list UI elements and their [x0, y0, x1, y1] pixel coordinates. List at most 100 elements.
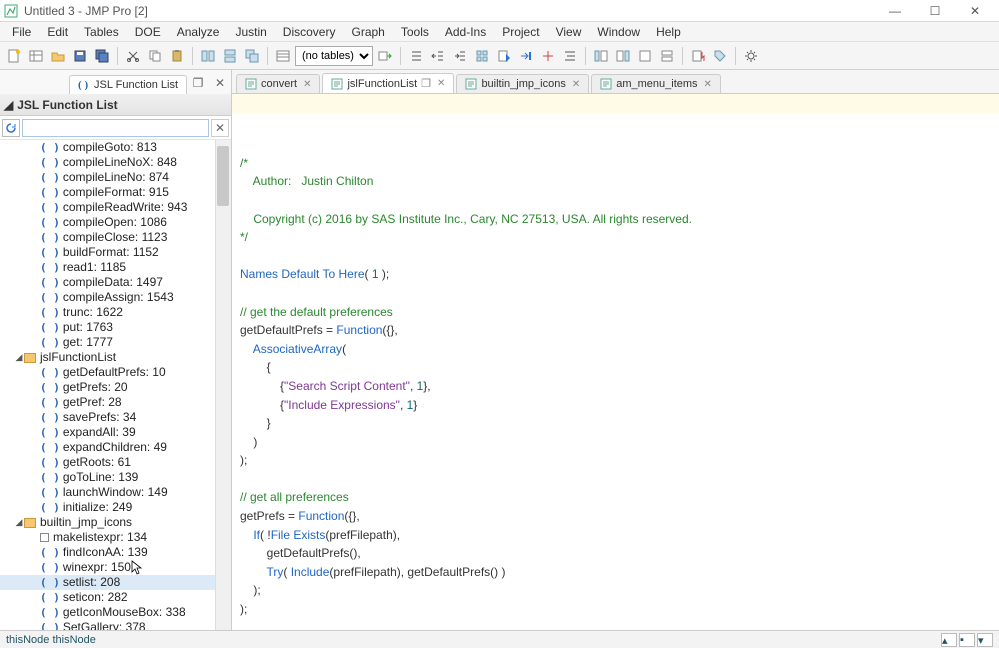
collapse-icon[interactable]: ◢	[14, 350, 24, 365]
tree-item-compileReadWrite[interactable]: ( )compileReadWrite: 943	[0, 200, 231, 215]
tree-item-compileOpen[interactable]: ( )compileOpen: 1086	[0, 215, 231, 230]
indent-icon[interactable]	[450, 46, 470, 66]
editor-tab-builtin_jmp_icons[interactable]: builtin_jmp_icons✕	[456, 74, 589, 93]
new-script-icon[interactable]	[4, 46, 24, 66]
no-split-icon[interactable]	[635, 46, 655, 66]
tree-item-compileLineNoX[interactable]: ( )compileLineNoX: 848	[0, 155, 231, 170]
tree-item-compileAssign[interactable]: ( )compileAssign: 1543	[0, 290, 231, 305]
format-icon[interactable]	[560, 46, 580, 66]
outdent-icon[interactable]	[428, 46, 448, 66]
tree-group-builtin_jmp_icons[interactable]: ◢builtin_jmp_icons	[0, 515, 231, 530]
menu-window[interactable]: Window	[589, 23, 648, 41]
cascade-icon[interactable]	[242, 46, 262, 66]
menu-analyze[interactable]: Analyze	[169, 23, 228, 41]
paste-icon[interactable]	[167, 46, 187, 66]
close-tab-icon[interactable]: ✕	[303, 79, 311, 90]
tree-item-compileFormat[interactable]: ( )compileFormat: 915	[0, 185, 231, 200]
editor-tab-convert[interactable]: convert✕	[236, 74, 320, 93]
copy-icon[interactable]	[145, 46, 165, 66]
menu-file[interactable]: File	[4, 23, 39, 41]
tree-item-compileGoto[interactable]: ( )compileGoto: 813	[0, 140, 231, 155]
collapse-icon[interactable]: ◢	[14, 515, 24, 530]
tree-group-jslFunctionList[interactable]: ◢jslFunctionList	[0, 350, 231, 365]
tree-item-compileData[interactable]: ( )compileData: 1497	[0, 275, 231, 290]
restore-panel-icon[interactable]: ❐	[189, 76, 207, 94]
tree-item-compileClose[interactable]: ( )compileClose: 1123	[0, 230, 231, 245]
tree-item-savePrefs[interactable]: ( )savePrefs: 34	[0, 410, 231, 425]
list-icon[interactable]	[406, 46, 426, 66]
tables-combo[interactable]: (no tables)	[295, 46, 373, 66]
maximize-button[interactable]: ☐	[915, 1, 955, 21]
editor-tab-jslFunctionList[interactable]: jslFunctionList ❐✕	[322, 73, 454, 93]
menu-add-ins[interactable]: Add-Ins	[437, 23, 494, 41]
menu-view[interactable]: View	[548, 23, 590, 41]
tree-item-buildFormat[interactable]: ( )buildFormat: 1152	[0, 245, 231, 260]
collapse-panel-icon[interactable]: ◢	[4, 98, 13, 112]
clear-search-icon[interactable]: ✕	[211, 119, 229, 137]
step-icon[interactable]	[516, 46, 536, 66]
debug-icon[interactable]	[538, 46, 558, 66]
status-square-icon[interactable]: ▪	[959, 633, 975, 647]
close-button[interactable]: ✕	[955, 1, 995, 21]
tree-item-trunc[interactable]: ( )trunc: 1622	[0, 305, 231, 320]
tree-item-SetGallery[interactable]: ( )SetGallery: 378	[0, 620, 231, 630]
table-go-icon[interactable]	[375, 46, 395, 66]
open-icon[interactable]	[48, 46, 68, 66]
save-all-icon[interactable]	[92, 46, 112, 66]
panel-tab-function-list[interactable]: ( ) JSL Function List	[69, 75, 187, 94]
tree-item-getDefaultPrefs[interactable]: ( )getDefaultPrefs: 10	[0, 365, 231, 380]
tree-item-getRoots[interactable]: ( )getRoots: 61	[0, 455, 231, 470]
menu-discovery[interactable]: Discovery	[275, 23, 344, 41]
tree-item-getIconMouseBox[interactable]: ( )getIconMouseBox: 338	[0, 605, 231, 620]
refresh-icon[interactable]	[2, 119, 20, 137]
split-h-icon[interactable]	[657, 46, 677, 66]
search-input[interactable]	[22, 119, 209, 137]
tree-item-expandChildren[interactable]: ( )expandChildren: 49	[0, 440, 231, 455]
run-icon[interactable]	[494, 46, 514, 66]
tree-item-winexpr[interactable]: ( )winexpr: 150	[0, 560, 231, 575]
status-down-icon[interactable]: ▾	[977, 633, 993, 647]
col-left-icon[interactable]	[591, 46, 611, 66]
close-panel-icon[interactable]: ✕	[211, 76, 229, 94]
menu-tools[interactable]: Tools	[393, 23, 437, 41]
menu-tables[interactable]: Tables	[76, 23, 127, 41]
tag-icon[interactable]	[710, 46, 730, 66]
tables-list-icon[interactable]	[273, 46, 293, 66]
restore-icon[interactable]: ❐	[421, 77, 431, 90]
save-icon[interactable]	[70, 46, 90, 66]
editor-tab-am_menu_items[interactable]: am_menu_items✕	[591, 74, 721, 93]
close-tab-icon[interactable]: ✕	[437, 78, 445, 89]
close-tab-icon[interactable]: ✕	[704, 79, 712, 90]
function-tree[interactable]: ( )compileGoto: 813( )compileLineNoX: 84…	[0, 140, 231, 630]
tree-item-initialize[interactable]: ( )initialize: 249	[0, 500, 231, 515]
code-editor[interactable]: /* Author: Justin Chilton Copyright (c) …	[232, 94, 999, 630]
tree-item-makelistexpr[interactable]: makelistexpr: 134	[0, 530, 231, 545]
menu-project[interactable]: Project	[494, 23, 547, 41]
new-table-icon[interactable]	[26, 46, 46, 66]
tree-item-get[interactable]: ( )get: 1777	[0, 335, 231, 350]
menu-edit[interactable]: Edit	[39, 23, 76, 41]
menu-doe[interactable]: DOE	[127, 23, 169, 41]
menu-justin[interactable]: Justin	[227, 23, 274, 41]
menu-graph[interactable]: Graph	[343, 23, 392, 41]
tree-item-setlist[interactable]: ( )setlist: 208	[0, 575, 231, 590]
scrollbar[interactable]	[215, 140, 231, 630]
scrollbar-thumb[interactable]	[217, 146, 229, 206]
grid-icon[interactable]	[472, 46, 492, 66]
tree-item-seticon[interactable]: ( )seticon: 282	[0, 590, 231, 605]
close-tab-icon[interactable]: ✕	[572, 79, 580, 90]
tree-item-getPrefs[interactable]: ( )getPrefs: 20	[0, 380, 231, 395]
status-up-icon[interactable]: ▴	[941, 633, 957, 647]
cut-icon[interactable]	[123, 46, 143, 66]
tree-item-launchWindow[interactable]: ( )launchWindow: 149	[0, 485, 231, 500]
menu-help[interactable]: Help	[648, 23, 689, 41]
tree-item-compileLineNo[interactable]: ( )compileLineNo: 874	[0, 170, 231, 185]
tree-item-put[interactable]: ( )put: 1763	[0, 320, 231, 335]
tree-item-goToLine[interactable]: ( )goToLine: 139	[0, 470, 231, 485]
tree-item-findIconAA[interactable]: ( )findIconAA: 139	[0, 545, 231, 560]
tree-item-read1[interactable]: ( )read1: 1185	[0, 260, 231, 275]
bookmark-icon[interactable]	[688, 46, 708, 66]
tree-item-getPref[interactable]: ( )getPref: 28	[0, 395, 231, 410]
settings-icon[interactable]	[741, 46, 761, 66]
tile-vert-icon[interactable]	[198, 46, 218, 66]
